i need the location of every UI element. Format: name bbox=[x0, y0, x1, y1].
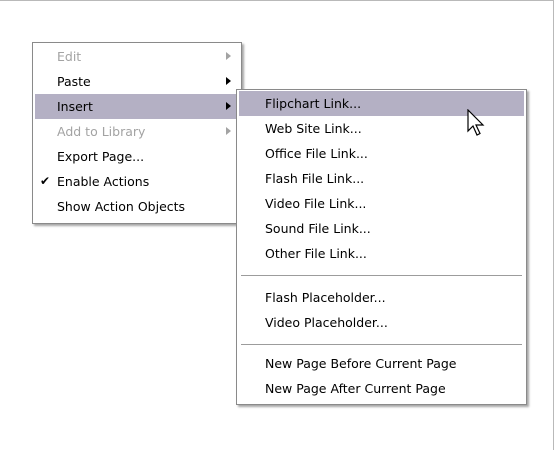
menu-item-paste[interactable]: Paste bbox=[35, 69, 239, 94]
submenu-item-label: Sound File Link... bbox=[265, 221, 371, 236]
submenu-item-label: New Page After Current Page bbox=[265, 381, 446, 396]
submenu-item-video-placeholder[interactable]: Video Placeholder... bbox=[239, 310, 524, 335]
menu-item-show-action-objects[interactable]: Show Action Objects bbox=[35, 194, 239, 219]
chevron-right-icon bbox=[226, 77, 231, 85]
menu-item-label: Show Action Objects bbox=[57, 199, 186, 214]
menu-separator bbox=[241, 275, 522, 276]
submenu-item-label: Web Site Link... bbox=[265, 121, 362, 136]
menu-item-label: Enable Actions bbox=[57, 174, 150, 189]
submenu-item-label: Video Placeholder... bbox=[265, 315, 388, 330]
submenu-item-label: Flash Placeholder... bbox=[265, 290, 386, 305]
submenu-item-other-file-link[interactable]: Other File Link... bbox=[239, 241, 524, 266]
menu-item-export-page[interactable]: Export Page... bbox=[35, 144, 239, 169]
menu-item-label: Insert bbox=[57, 99, 93, 114]
menu-item-add-to-library: Add to Library bbox=[35, 119, 239, 144]
checkmark-icon: ✔ bbox=[40, 174, 51, 188]
submenu-item-label: Office File Link... bbox=[265, 146, 368, 161]
submenu-item-video-file-link[interactable]: Video File Link... bbox=[239, 191, 524, 216]
submenu-item-label: Other File Link... bbox=[265, 246, 367, 261]
mouse-pointer-icon bbox=[467, 109, 485, 136]
submenu-item-flash-file-link[interactable]: Flash File Link... bbox=[239, 166, 524, 191]
chevron-right-icon bbox=[226, 52, 231, 60]
submenu-item-new-page-before[interactable]: New Page Before Current Page bbox=[239, 351, 524, 376]
submenu-item-label: New Page Before Current Page bbox=[265, 356, 457, 371]
menu-item-enable-actions[interactable]: ✔ Enable Actions bbox=[35, 169, 239, 194]
context-menu: Edit Paste Insert Add to Library Export … bbox=[32, 42, 242, 224]
submenu-item-label: Flipchart Link... bbox=[265, 96, 362, 111]
menu-item-label: Add to Library bbox=[57, 124, 146, 139]
submenu-item-label: Flash File Link... bbox=[265, 171, 365, 186]
menu-item-label: Paste bbox=[57, 74, 91, 89]
menu-separator bbox=[241, 344, 522, 345]
menu-item-insert[interactable]: Insert bbox=[35, 94, 239, 119]
submenu-item-office-file-link[interactable]: Office File Link... bbox=[239, 141, 524, 166]
submenu-item-new-page-after[interactable]: New Page After Current Page bbox=[239, 376, 524, 401]
chevron-right-icon bbox=[226, 127, 231, 135]
menu-item-edit: Edit bbox=[35, 44, 239, 69]
submenu-item-flash-placeholder[interactable]: Flash Placeholder... bbox=[239, 285, 524, 310]
menu-item-label: Export Page... bbox=[57, 149, 145, 164]
submenu-item-label: Video File Link... bbox=[265, 196, 367, 211]
submenu-item-sound-file-link[interactable]: Sound File Link... bbox=[239, 216, 524, 241]
chevron-right-icon bbox=[226, 102, 231, 110]
menu-item-label: Edit bbox=[57, 49, 82, 64]
